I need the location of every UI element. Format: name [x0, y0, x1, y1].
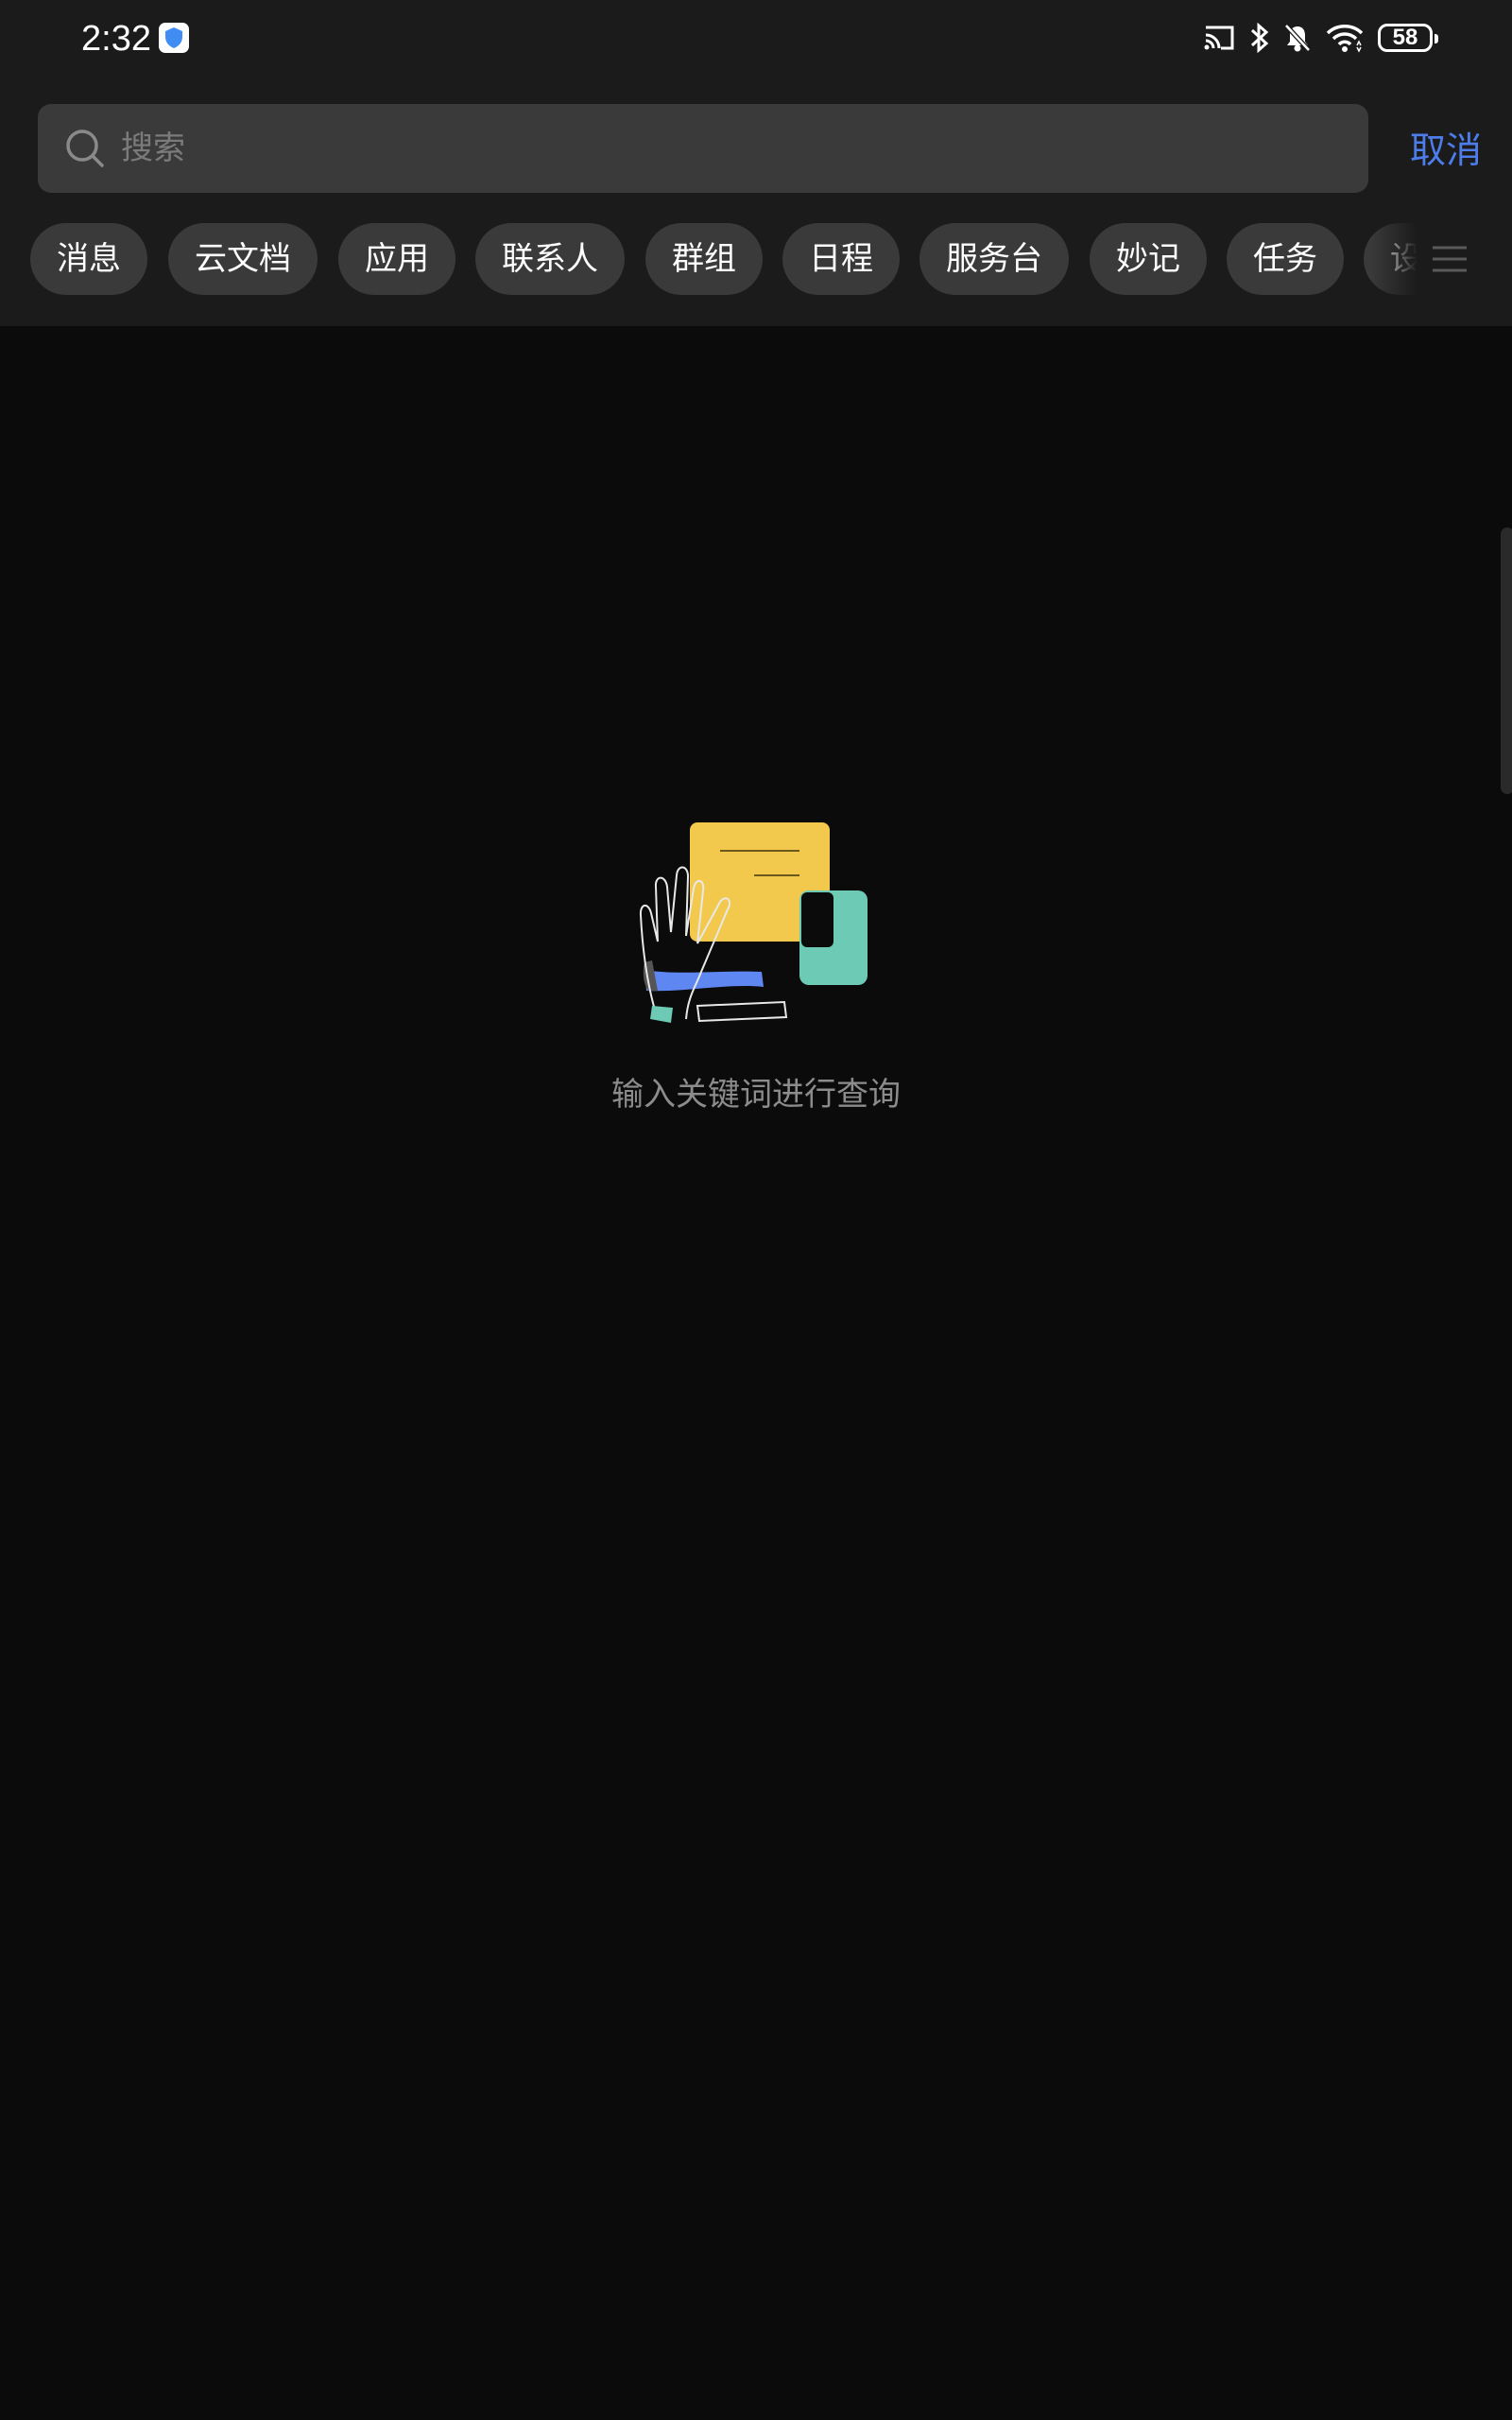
chip-tasks[interactable]: 任务 — [1227, 223, 1344, 295]
empty-state-illustration — [639, 822, 868, 1023]
bluetooth-icon — [1250, 22, 1269, 54]
search-icon — [66, 130, 104, 167]
cancel-button[interactable]: 取消 — [1389, 117, 1503, 183]
chip-apps[interactable]: 应用 — [338, 223, 455, 295]
wifi-icon — [1326, 25, 1364, 53]
chip-groups[interactable]: 群组 — [645, 223, 763, 295]
chip-cloud-docs[interactable]: 云文档 — [168, 223, 318, 295]
chip-minutes[interactable]: 妙记 — [1090, 223, 1207, 295]
search-input[interactable] — [119, 119, 1368, 178]
hamburger-menu-icon[interactable] — [1429, 238, 1470, 280]
chip-contacts[interactable]: 联系人 — [475, 223, 625, 295]
status-icons: 58 — [1202, 17, 1438, 59]
chip-messages[interactable]: 消息 — [30, 223, 147, 295]
search-bar[interactable] — [38, 104, 1368, 193]
scrollbar[interactable] — [1501, 527, 1512, 794]
cast-icon — [1204, 26, 1234, 50]
battery-icon: 58 — [1378, 24, 1438, 52]
chip-calendar[interactable]: 日程 — [782, 223, 900, 295]
shield-app-icon — [159, 23, 189, 53]
category-chips: 消息 云文档 应用 联系人 群组 日程 服务台 妙记 任务 设置 — [0, 223, 1436, 297]
status-time: 2:32 — [81, 19, 151, 59]
mute-bell-icon — [1284, 24, 1311, 52]
chip-helpdesk[interactable]: 服务台 — [919, 223, 1069, 295]
top-header: 2:32 58 搜索 取消 消息 云文档 应用 联系人 群组 日程 服务台 妙记… — [0, 0, 1512, 326]
empty-state-message: 输入关键词进行查询 — [611, 1076, 901, 1114]
